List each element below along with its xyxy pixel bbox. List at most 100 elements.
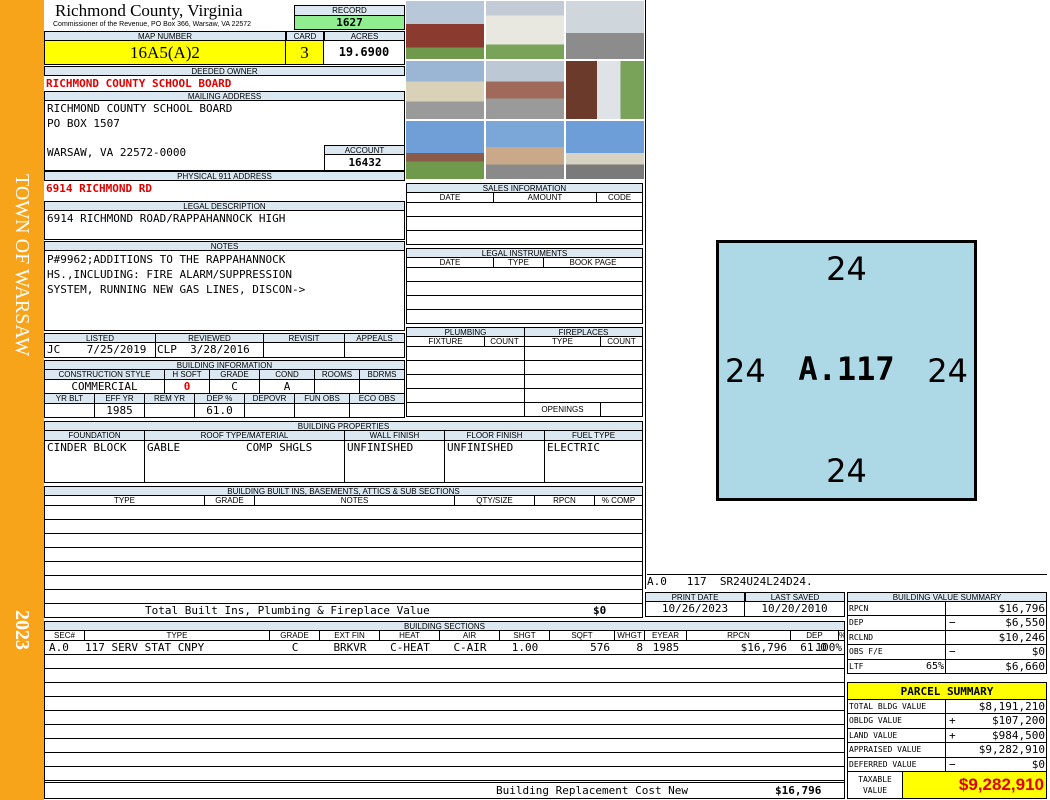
foundation-header: FOUNDATION [45,431,145,440]
replacement-cost-value: $16,796 [775,784,822,797]
table-row: A.0 117 SERV STAT CNPY C BRKVR C-HEAT C-… [45,641,844,654]
notes-line-2: HS.,INCLUDING: FIRE ALARM/SUPPRESSION [47,268,293,281]
print-date-value: 10/26/2023 [645,602,745,617]
value-summary-table: RPCN $16,796 DEP − $6,550 RCLND $10,246 OBS F/E… [847,602,1047,674]
depovr-value [245,404,295,417]
record-label: RECORD [294,5,405,16]
summary-row-label: TOTAL BLDG VALUE [848,700,946,714]
building-info-headers-2: YR BLT EFF YR REM YR DEP % DEPOVR FUN OB… [44,394,405,404]
builtins-headers: TYPE GRADE NOTES QTY/SIZE RPCN % COMP [44,496,643,506]
fun-obs-value [295,404,350,417]
instruments-type-header: TYPE [494,258,544,267]
construction-style-header: CONSTRUCTION STYLE [45,370,165,379]
summary-row: DEP − $6,550 [848,616,1046,631]
section-comp: 100% [815,641,843,654]
summary-row-value: $6,550 [1005,616,1045,630]
sketch-panel: 24 24 A.117 24 24 A.0 117 SR24U24L24D24. [645,0,1047,589]
property-photo[interactable] [565,120,645,180]
sketch-shape[interactable]: 24 24 A.117 24 24 [716,240,977,501]
property-photo[interactable] [405,0,485,60]
map-number-label: MAP NUMBER [44,31,286,41]
county-title: Richmond County, Virginia [55,1,243,20]
foundation-value: CINDER BLOCK [45,441,145,482]
last-saved-value: 10/20/2010 [745,602,845,617]
plumbing-headers: FIXTURE COUNT [406,337,525,347]
section-grade: C [291,641,299,654]
account-value: 16432 [324,155,405,170]
cond-value: A [260,380,315,393]
section-shgt: 1.00 [511,641,539,654]
taxable-label-line-1: TAXABLE [858,775,892,784]
plumbing-fixture-header: FIXTURE [407,337,485,346]
account-label: ACCOUNT [324,145,405,155]
building-sections-label: BUILDING SECTIONS [44,621,845,631]
listed-value: JC 7/25/2019 [45,343,156,357]
fireplaces-rows [524,347,643,403]
value-summary-label: BUILDING VALUE SUMMARY [847,592,1047,602]
parcel-summary-table: TOTAL BLDG VALUE $8,191,210 OBLDG VALUE + $1… [847,700,1047,772]
builtins-label: BUILDING BUILT INS, BASEMENTS, ATTICS & … [44,486,643,496]
summary-row-value: $10,246 [998,630,1045,644]
fireplaces-count-header: COUNT [607,337,636,346]
sidebar: TOWN OF WARSAW 2023 [0,0,44,800]
sections-rows: A.0 117 SERV STAT CNPY C BRKVR C-HEAT C-… [44,641,845,783]
sales-amount-header: AMOUNT [494,193,597,202]
property-photo[interactable] [565,0,645,60]
mailing-address-label: MAILING ADDRESS [44,91,405,101]
summary-row-value: $9,282,910 [978,743,1045,757]
reviewed-date: 3/28/2016 [190,343,250,356]
fireplaces-label: FIREPLACES [524,327,643,337]
builtins-type-header: TYPE [45,496,205,505]
instruments-date-header: DATE [407,258,494,267]
building-info-headers-1: CONSTRUCTION STYLE H SOFT GRADE COND ROO… [44,370,405,380]
map-number-value: 16A5(A)2 [44,41,286,65]
property-photo[interactable] [485,0,565,60]
mailing-line-1: RICHMOND COUNTY SCHOOL BOARD [47,102,233,115]
openings-label: OPENINGS [525,403,601,416]
plumbing-count-header: COUNT [490,337,519,346]
sec-header: SEC# [45,631,85,640]
sales-headers: DATE AMOUNT CODE [406,193,643,203]
summary-row-value: $984,500 [992,728,1045,742]
fun-obs-header: FUN OBS [295,394,350,403]
building-info-values-2: 1985 61.0 [44,404,405,418]
property-photo[interactable] [405,120,485,180]
rpcn-header: RPCN [687,631,791,640]
summary-row: RCLND $10,246 [848,630,1046,646]
taxable-label-line-2: VALUE [862,786,888,795]
instruments-rows [406,268,643,324]
rem-yr-header: REM YR [145,394,195,403]
sqft-header: SQFT [550,631,615,640]
rooms-header: ROOMS [315,370,360,379]
property-photo[interactable] [485,60,565,120]
yr-blt-header: YR BLT [45,394,95,403]
appeals-value [345,343,404,357]
section-eyear: 1985 [652,641,680,654]
summary-row: OBLDG VALUE + $107,200 [848,714,1046,729]
revisit-label: REVISIT [264,334,345,342]
property-photo[interactable] [485,120,565,180]
appeals-label: APPEALS [356,334,393,342]
listed-label: LISTED [45,334,156,342]
properties-headers: FOUNDATION ROOF TYPE/MATERIAL WALL FINIS… [44,431,643,441]
roof-material-value: COMP SHGLS [246,441,313,454]
fireplaces-headers: TYPE COUNT [524,337,643,347]
reviewed-label: REVIEWED [156,334,264,342]
property-photo[interactable] [405,60,485,120]
ext-fin-header: EXT FIN [320,631,380,640]
floor-value: UNFINISHED [445,441,545,482]
mailing-address-box: RICHMOND COUNTY SCHOOL BOARD PO BOX 1507… [44,101,405,171]
section-sqft: 576 [590,641,610,654]
roof-type-value: GABLE [147,441,181,454]
status-values: JC 7/25/2019 CLP 3/28/2016 [44,343,405,358]
print-date-label: PRINT DATE [645,592,745,602]
builtins-comp-header: % COMP [601,496,636,505]
revisit-value [264,343,345,357]
property-photo[interactable] [565,60,645,120]
eco-obs-header: ECO OBS [358,394,396,403]
dep-pct-header: DEP % [195,394,245,403]
mailing-line-2: PO BOX 1507 [47,117,120,130]
acres-value: 19.6900 [324,41,405,65]
section-type: 117 SERV STAT CNPY [85,641,205,654]
summary-row-value: $107,200 [992,714,1045,728]
